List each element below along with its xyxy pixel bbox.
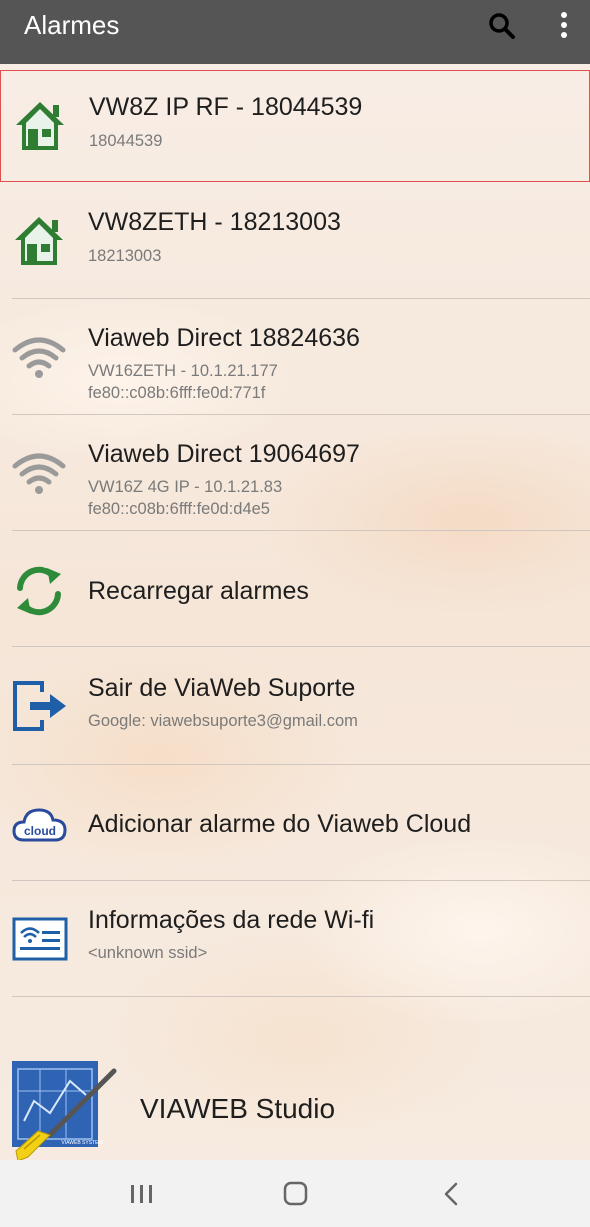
reload-alarms-item[interactable]: Recarregar alarmes [0,534,590,646]
studio-title: VIAWEB Studio [140,1093,336,1124]
divider [12,996,590,997]
item-title: Sair de ViaWeb Suporte [88,674,356,702]
divider [12,646,590,647]
house-icon [12,214,66,273]
back-icon[interactable] [434,1176,470,1212]
divider [12,530,590,531]
item-title: Recarregar alarmes [88,577,309,605]
divider [12,298,590,299]
item-subtitle: 18044539 [89,132,163,150]
more-vert-icon[interactable] [552,10,576,42]
alarm-item-vw8zeth[interactable]: VW8ZETH - 18213003 18213003 [0,186,590,298]
item-subtitle: VW16ZETH - 10.1.21.177 [88,362,278,380]
item-subtitle-2: fe80::c08b:6fff:fe0d:771f [88,384,266,402]
wifi-info-icon [12,917,68,966]
home-icon[interactable] [278,1176,314,1212]
app-bar: Alarmes [0,0,590,64]
search-icon[interactable] [486,10,518,42]
recents-icon[interactable] [124,1176,160,1212]
item-subtitle: 18213003 [88,247,162,265]
system-nav-bar [0,1160,590,1227]
refresh-icon [12,564,66,623]
page-title: Alarmes [24,10,120,40]
cloud-icon: cloud [12,804,68,849]
item-title: Informações da rede Wi-fi [88,906,375,934]
house-icon [13,99,67,158]
svg-text:cloud: cloud [24,824,56,838]
item-title: VW8Z IP RF - 18044539 [89,93,363,121]
item-subtitle: VW16Z 4G IP - 10.1.21.83 [88,478,283,496]
viaweb-studio-item[interactable]: VIAWEB SYSTEM VIAWEB Studio [0,1055,590,1162]
divider [12,880,590,881]
item-subtitle-2: fe80::c08b:6fff:fe0d:d4e5 [88,500,270,518]
item-subtitle: <unknown ssid> [88,944,208,962]
alarm-item-viaweb-direct-19064697[interactable]: Viaweb Direct 19064697 VW16Z 4G IP - 10.… [0,418,590,530]
wifi-icon [12,334,66,387]
alarm-item-vw8z-ip-rf[interactable]: VW8Z IP RF - 18044539 18044539 [0,70,590,182]
alarm-item-viaweb-direct-18824636[interactable]: Viaweb Direct 18824636 VW16ZETH - 10.1.2… [0,302,590,414]
wifi-info-item[interactable]: Informações da rede Wi-fi <unknown ssid> [0,884,590,996]
divider [12,764,590,765]
svg-text:VIAWEB SYSTEM: VIAWEB SYSTEM [61,1140,102,1146]
viaweb-studio-logo: VIAWEB SYSTEM [10,1061,120,1162]
item-title: VW8ZETH - 18213003 [88,208,341,236]
divider [12,414,590,415]
item-title: Viaweb Direct 19064697 [88,440,360,468]
add-cloud-alarm-item[interactable]: cloud Adicionar alarme do Viaweb Cloud [0,768,590,880]
wifi-icon [12,450,66,503]
item-title: Viaweb Direct 18824636 [88,324,360,352]
item-subtitle: Google: viawebsuporte3@gmail.com [88,712,358,730]
item-title: Adicionar alarme do Viaweb Cloud [88,810,472,838]
logout-icon [12,678,68,739]
sign-out-item[interactable]: Sair de ViaWeb Suporte Google: viawebsup… [0,650,590,762]
